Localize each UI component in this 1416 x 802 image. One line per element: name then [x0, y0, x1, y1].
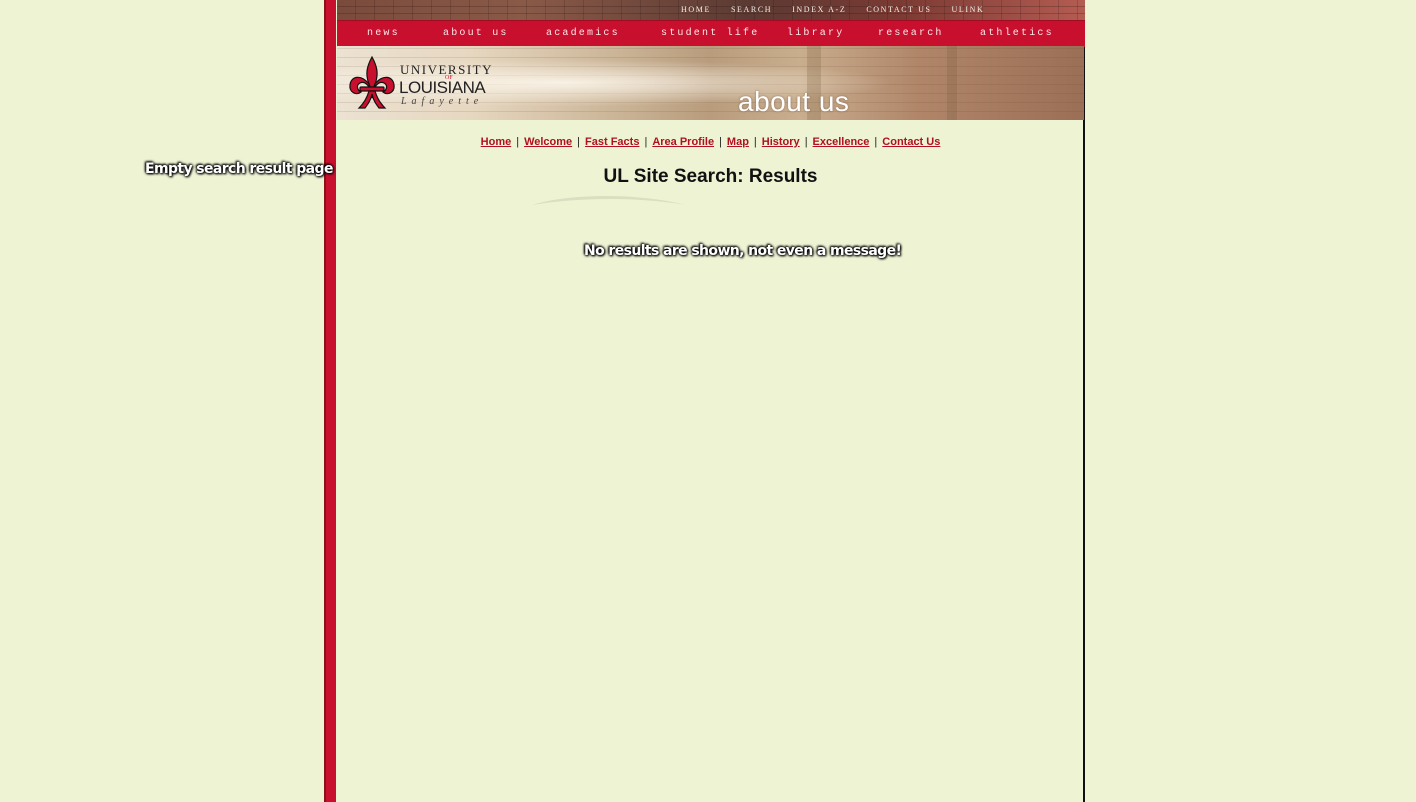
- subnav-excellence[interactable]: Excellence: [813, 136, 870, 148]
- logo-lafayette: Lafayette: [401, 96, 484, 107]
- left-red-bar: [326, 0, 336, 802]
- title-swoosh-decoration: [532, 196, 686, 205]
- annotation-empty-page: Empty search result page: [145, 161, 333, 177]
- subnav-history[interactable]: History: [762, 136, 800, 148]
- nav-research[interactable]: research: [878, 28, 944, 39]
- subnav-contact-us[interactable]: Contact Us: [882, 136, 940, 148]
- banner-title: about us: [738, 86, 850, 117]
- subnav-fast-facts[interactable]: Fast Facts: [585, 136, 639, 148]
- subnav-map[interactable]: Map: [727, 136, 749, 148]
- page-title: UL Site Search: Results: [603, 166, 818, 187]
- annotation-no-results: No results are shown, not even a message…: [584, 243, 902, 259]
- right-border: [1083, 0, 1085, 802]
- nav-student-life[interactable]: student life: [661, 28, 759, 39]
- util-link-contact[interactable]: CONTACT US: [866, 5, 931, 17]
- util-link-ulink[interactable]: ULINK: [952, 5, 985, 17]
- nav-library[interactable]: library: [787, 28, 844, 39]
- subnav-home[interactable]: Home: [481, 136, 512, 148]
- util-link-search[interactable]: SEARCH: [731, 5, 772, 17]
- nav-athletics[interactable]: athletics: [980, 28, 1054, 39]
- util-link-index[interactable]: INDEX A-Z: [792, 5, 846, 17]
- subnav-welcome[interactable]: Welcome: [524, 136, 572, 148]
- main-nav: news about us academics student life lib…: [337, 20, 1085, 47]
- logo-louisiana: LOUISIANA: [399, 78, 486, 97]
- utility-links: HOME SEARCH INDEX A-Z CONTACT US ULINK: [681, 5, 1004, 17]
- util-link-home[interactable]: HOME: [681, 5, 711, 17]
- nav-about-us[interactable]: about us: [443, 28, 509, 39]
- section-subnav: Home | Welcome | Fast Facts | Area Profile | Map…: [480, 136, 941, 148]
- nav-academics[interactable]: academics: [546, 28, 620, 39]
- nav-news[interactable]: news: [367, 28, 400, 39]
- subnav-area-profile[interactable]: Area Profile: [652, 136, 714, 148]
